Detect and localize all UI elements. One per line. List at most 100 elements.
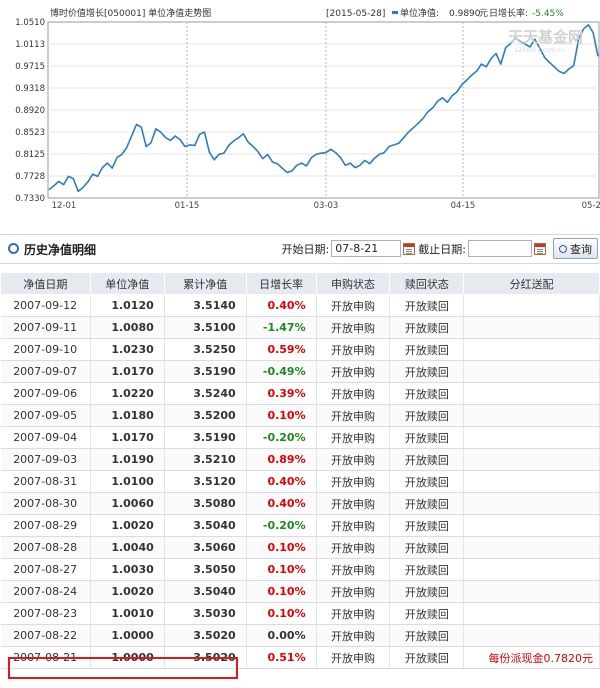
row-acc-nav: 3.5040 [164,580,247,603]
row-sell-status: 开放赎回 [389,360,465,383]
row-daily-rate: 0.10% [246,404,317,427]
row-buy-status: 开放申购 [316,492,391,515]
section-title-text: 历史净值明细 [24,243,97,257]
row-dividend: 每份派现金0.7820元 [463,646,600,669]
row-daily-rate: 0.10% [246,580,317,603]
row-daily-rate: -0.20% [246,514,317,537]
header-acc-nav: 累计净值 [163,272,247,295]
table-row: 2007-08-27 1.0030 3.5050 0.10% 开放申购 开放赎回 [0,558,600,581]
start-calendar-icon[interactable] [403,242,416,255]
row-acc-nav: 3.5190 [164,360,247,383]
row-dividend [463,294,600,317]
header-date: 净值日期 [0,272,91,295]
table-row: 2007-09-05 1.0180 3.5200 0.10% 开放申购 开放赎回 [0,404,600,427]
row-unit-nav: 1.0230 [90,338,165,361]
x-tick-label: 04-15 [451,201,476,211]
row-daily-rate: 0.00% [246,624,317,647]
row-sell-status: 开放赎回 [389,426,465,449]
row-date: 2007-08-22 [0,624,91,647]
row-daily-rate: -0.20% [246,426,317,449]
row-dividend [463,338,600,361]
row-acc-nav: 3.5020 [164,624,247,647]
row-daily-rate: 0.51% [246,646,317,669]
row-acc-nav: 3.5250 [164,338,247,361]
row-date: 2007-08-27 [0,558,91,581]
section-title: 历史净值明细 [8,241,96,258]
row-unit-nav: 1.0020 [90,514,165,537]
row-daily-rate: 0.10% [246,536,317,559]
y-tick-label: 0.7330 [15,194,45,204]
query-button-label: 查询 [570,242,592,256]
x-tick-label: 01-15 [175,201,200,211]
row-daily-rate: 0.40% [246,470,317,493]
query-button[interactable]: 查询 [553,238,598,259]
row-acc-nav: 3.5060 [164,536,247,559]
row-date: 2007-09-11 [0,316,91,339]
row-date: 2007-09-03 [0,448,91,471]
table-row: 2007-09-11 1.0080 3.5100 -1.47% 开放申购 开放赎回 [0,316,600,339]
legend-value: 0.9890 [449,9,481,19]
row-acc-nav: 3.5080 [164,492,247,515]
nav-history-table: 净值日期 单位净值 累计净值 日增长率 申购状态 赎回状态 分红送配 2007-… [0,272,600,669]
row-daily-rate: 0.40% [246,492,317,515]
row-dividend [463,470,600,493]
row-acc-nav: 3.5040 [164,514,247,537]
row-unit-nav: 1.0180 [90,404,165,427]
row-unit-nav: 1.0060 [90,492,165,515]
table-row: 2007-09-12 1.0120 3.5140 0.40% 开放申购 开放赎回 [0,294,600,317]
row-unit-nav: 1.0120 [90,294,165,317]
table-row: 2007-09-04 1.0170 3.5190 -0.20% 开放申购 开放赎回 [0,426,600,449]
row-dividend [463,514,600,537]
row-sell-status: 开放赎回 [389,646,465,669]
row-daily-rate: 0.39% [246,382,317,405]
row-daily-rate: 0.10% [246,558,317,581]
table-row: 2007-08-23 1.0010 3.5030 0.10% 开放申购 开放赎回 [0,602,600,625]
nav-chart-svg: 博时价值增长[050001] 单位净值走势图 [2015-05-28] 单位净值… [15,7,600,211]
y-tick-label: 0.9715 [15,62,45,72]
row-sell-status: 开放赎回 [389,448,465,471]
row-dividend [463,426,600,449]
row-unit-nav: 1.0000 [90,624,165,647]
row-unit-nav: 1.0080 [90,316,165,339]
row-daily-rate: 0.59% [246,338,317,361]
row-buy-status: 开放申购 [316,316,391,339]
row-buy-status: 开放申购 [316,536,391,559]
y-tick-label: 0.8920 [15,106,45,116]
row-sell-status: 开放赎回 [389,624,465,647]
y-tick-label: 1.0510 [15,18,45,28]
row-sell-status: 开放赎回 [389,492,465,515]
row-unit-nav: 1.0190 [90,448,165,471]
plot-area: 1.0510 1.0113 0.9715 0.9318 0.8920 0.8523 0.81… [15,18,600,211]
watermark-url: 1234567.com.cn [514,47,565,54]
table-row: 2007-08-28 1.0040 3.5060 0.10% 开放申购 开放赎回 [0,536,600,559]
row-buy-status: 开放申购 [316,624,391,647]
row-date: 2007-09-06 [0,382,91,405]
row-buy-status: 开放申购 [316,448,391,471]
table-row: 2007-09-03 1.0190 3.5210 0.89% 开放申购 开放赎回 [0,448,600,471]
table-row: 2007-08-29 1.0020 3.5040 -0.20% 开放申购 开放赎回 [0,514,600,537]
end-calendar-icon[interactable] [534,242,546,255]
row-unit-nav: 1.0030 [90,558,165,581]
header-daily-rate: 日增长率 [245,272,317,295]
row-date: 2007-09-12 [0,294,91,317]
row-acc-nav: 3.5030 [164,602,247,625]
row-dividend [463,536,600,559]
row-dividend [463,602,600,625]
row-unit-nav: 1.0040 [90,536,165,559]
end-date-input[interactable] [468,240,532,257]
row-buy-status: 开放申购 [316,360,391,383]
table-row: 2007-08-30 1.0060 3.5080 0.40% 开放申购 开放赎回 [0,492,600,515]
row-unit-nav: 1.0010 [90,602,165,625]
row-date: 2007-08-29 [0,514,91,537]
row-unit-nav: 1.0100 [90,470,165,493]
row-buy-status: 开放申购 [316,558,391,581]
row-dividend [463,382,600,405]
magnifier-icon [559,244,567,253]
row-buy-status: 开放申购 [316,338,391,361]
row-sell-status: 开放赎回 [389,558,465,581]
x-tick-label: 05-28 [582,201,600,211]
row-sell-status: 开放赎回 [389,602,465,625]
start-date-input[interactable] [331,240,402,257]
y-tick-label: 0.8125 [15,150,45,160]
table-row: 2007-08-22 1.0000 3.5020 0.00% 开放申购 开放赎回 [0,624,600,647]
